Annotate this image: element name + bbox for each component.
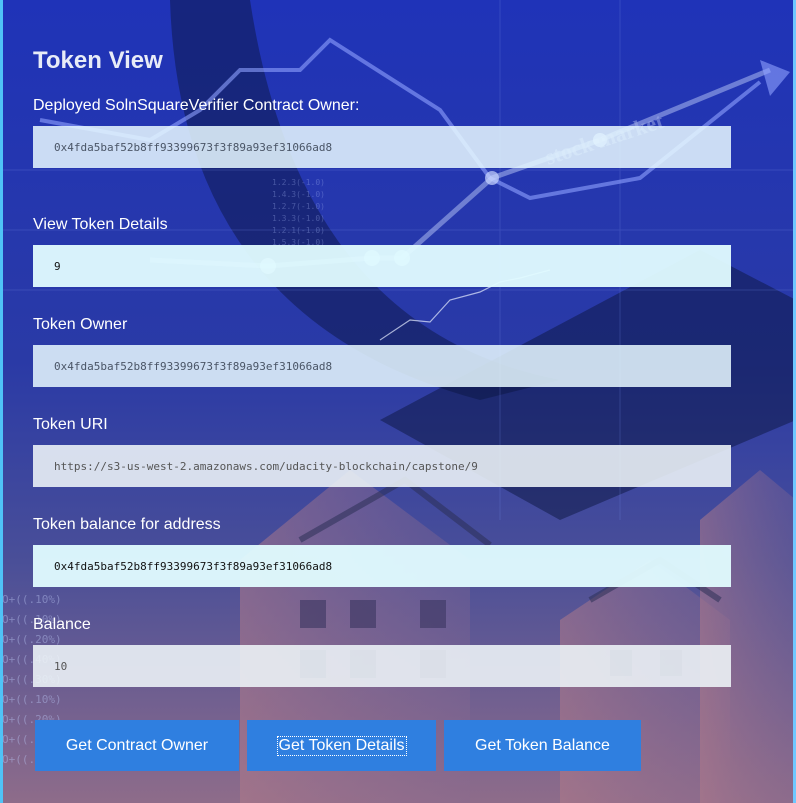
view-token-details-label: View Token Details [33, 216, 168, 233]
get-contract-owner-label: Get Contract Owner [65, 736, 209, 754]
balance-value: 10 [54, 659, 68, 673]
page-title: Token View [33, 47, 163, 74]
get-contract-owner-button[interactable]: Get Contract Owner [35, 720, 239, 771]
svg-text:1.4.3(-1.0): 1.4.3(-1.0) [272, 190, 325, 199]
token-uri-field[interactable]: https://s3-us-west-2.amazonaws.com/udaci… [33, 445, 731, 487]
left-border [0, 0, 3, 803]
balance-address-label: Token balance for address [33, 516, 221, 533]
svg-text:O+((.10%): O+((.10%) [2, 593, 62, 606]
token-uri-label: Token URI [33, 416, 108, 433]
svg-text:1.3.3(-1.0): 1.3.3(-1.0) [272, 214, 325, 223]
balance-field[interactable]: 10 [33, 645, 731, 687]
token-uri-value: https://s3-us-west-2.amazonaws.com/udaci… [54, 459, 478, 473]
contract-owner-field[interactable]: 0x4fda5baf52b8ff93399673f3f89a93ef31066a… [33, 126, 731, 168]
token-id-value: 9 [54, 259, 61, 273]
get-token-details-button[interactable]: Get Token Details [247, 720, 436, 771]
svg-text:1.2.1(-1.0): 1.2.1(-1.0) [272, 226, 325, 235]
svg-text:1.2.7(-1.0): 1.2.7(-1.0) [272, 202, 325, 211]
token-id-input[interactable]: 9 [33, 245, 731, 287]
get-token-balance-label: Get Token Balance [475, 736, 610, 754]
get-token-balance-button[interactable]: Get Token Balance [444, 720, 641, 771]
token-owner-field[interactable]: 0x4fda5baf52b8ff93399673f3f89a93ef31066a… [33, 345, 731, 387]
get-token-details-label: Get Token Details [276, 735, 407, 756]
balance-address-input[interactable]: 0x4fda5baf52b8ff93399673f3f89a93ef31066a… [33, 545, 731, 587]
balance-address-value: 0x4fda5baf52b8ff93399673f3f89a93ef31066a… [54, 559, 333, 573]
svg-text:1.2.3(-1.0): 1.2.3(-1.0) [272, 178, 325, 187]
contract-owner-value: 0x4fda5baf52b8ff93399673f3f89a93ef31066a… [54, 140, 333, 154]
contract-owner-label: Deployed SolnSquareVerifier Contract Own… [33, 97, 360, 114]
token-owner-label: Token Owner [33, 316, 128, 333]
token-owner-value: 0x4fda5baf52b8ff93399673f3f89a93ef31066a… [54, 359, 333, 373]
svg-text:O+((.10%): O+((.10%) [2, 693, 62, 706]
balance-label: Balance [33, 616, 91, 633]
